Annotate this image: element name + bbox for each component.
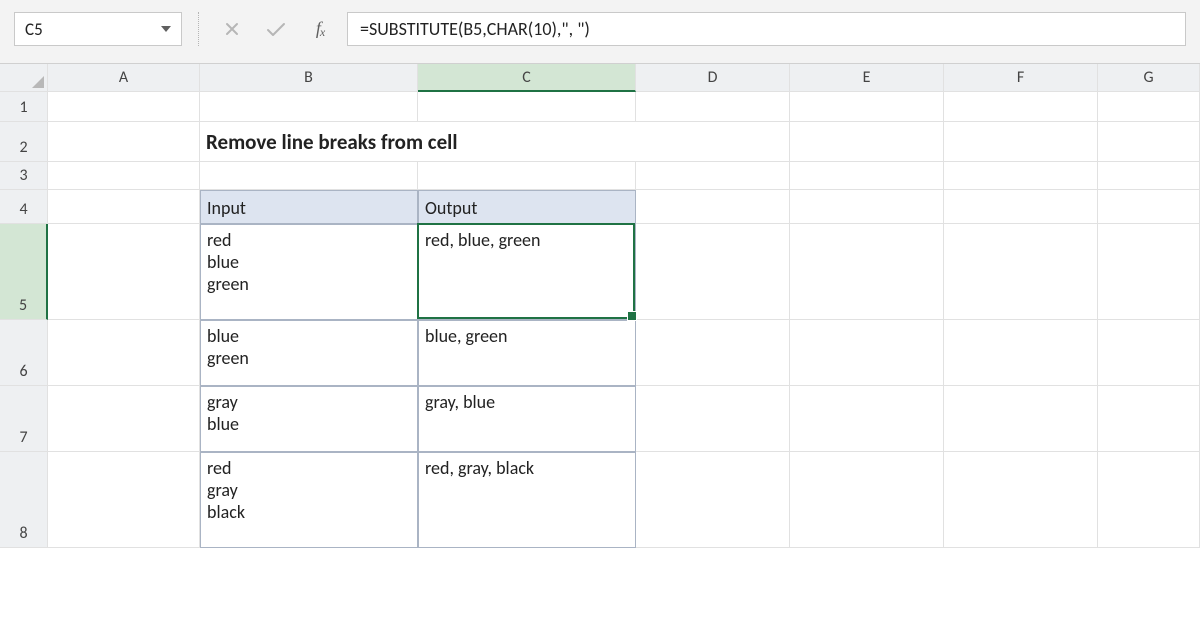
row-header-3[interactable]: 3 [0, 162, 48, 190]
cell-A1[interactable] [48, 92, 200, 122]
cell-B7-value: gray blue [207, 391, 239, 435]
chevron-down-icon [161, 26, 171, 32]
row-header-6[interactable]: 6 [0, 320, 48, 386]
cell-C7[interactable]: gray, blue [418, 386, 636, 452]
cell-G3[interactable] [1098, 162, 1200, 190]
cell-C6-value: blue, green [425, 325, 507, 347]
table-header-output-label: Output [425, 197, 477, 219]
cell-B1[interactable] [200, 92, 418, 122]
cell-G6[interactable] [1098, 320, 1200, 386]
cell-D7[interactable] [636, 386, 790, 452]
column-header-D[interactable]: D [636, 64, 790, 92]
cell-E5[interactable] [790, 224, 944, 320]
cell-F3[interactable] [944, 162, 1098, 190]
cell-E8[interactable] [790, 452, 944, 548]
cell-B6[interactable]: blue green [200, 320, 418, 386]
cell-C1[interactable] [418, 92, 636, 122]
name-box-value: C5 [25, 19, 155, 40]
cell-C8-value: red, gray, black [425, 457, 534, 479]
cell-C6[interactable]: blue, green [418, 320, 636, 386]
cell-A4[interactable] [48, 190, 200, 224]
cell-B5[interactable]: red blue green [200, 224, 418, 320]
cell-G5[interactable] [1098, 224, 1200, 320]
row-header-4[interactable]: 4 [0, 190, 48, 224]
cell-B5-value: red blue green [207, 229, 249, 295]
cell-A8[interactable] [48, 452, 200, 548]
cell-A7[interactable] [48, 386, 200, 452]
cell-B8[interactable]: red gray black [200, 452, 418, 548]
row-header-1[interactable]: 1 [0, 92, 48, 122]
column-header-A[interactable]: A [48, 64, 200, 92]
cell-D4[interactable] [636, 190, 790, 224]
cell-A2[interactable] [48, 122, 200, 162]
cell-D6[interactable] [636, 320, 790, 386]
cell-A6[interactable] [48, 320, 200, 386]
cell-G2[interactable] [1098, 122, 1200, 162]
select-all-corner[interactable] [0, 64, 48, 92]
cell-E3[interactable] [790, 162, 944, 190]
cell-F2[interactable] [944, 122, 1098, 162]
column-header-C[interactable]: C [418, 64, 636, 92]
cell-F1[interactable] [944, 92, 1098, 122]
name-box[interactable]: C5 [14, 12, 182, 46]
column-header-B[interactable]: B [200, 64, 418, 92]
table-header-output[interactable]: Output [418, 190, 636, 224]
cell-E7[interactable] [790, 386, 944, 452]
cell-B2[interactable]: Remove line breaks from cell [200, 122, 790, 162]
insert-function-button[interactable]: fx [303, 12, 337, 46]
cancel-button[interactable] [215, 12, 249, 46]
cell-B6-value: blue green [207, 325, 249, 369]
formula-input[interactable]: =SUBSTITUTE(B5,CHAR(10),", ") [347, 12, 1186, 46]
cell-E6[interactable] [790, 320, 944, 386]
sheet-title: Remove line breaks from cell [206, 129, 457, 155]
cell-B3[interactable] [200, 162, 418, 190]
cell-F8[interactable] [944, 452, 1098, 548]
table-header-input-label: Input [207, 197, 246, 219]
column-header-F[interactable]: F [944, 64, 1098, 92]
cell-D1[interactable] [636, 92, 790, 122]
row-header-2[interactable]: 2 [0, 122, 48, 162]
cell-F6[interactable] [944, 320, 1098, 386]
cell-E2[interactable] [790, 122, 944, 162]
cell-C7-value: gray, blue [425, 391, 495, 413]
cell-F5[interactable] [944, 224, 1098, 320]
cell-G8[interactable] [1098, 452, 1200, 548]
cell-D5[interactable] [636, 224, 790, 320]
cell-C8[interactable]: red, gray, black [418, 452, 636, 548]
cell-F7[interactable] [944, 386, 1098, 452]
enter-button[interactable] [259, 12, 293, 46]
column-header-E[interactable]: E [790, 64, 944, 92]
cell-A3[interactable] [48, 162, 200, 190]
separator [198, 12, 199, 46]
cell-C5[interactable]: red, blue, green [418, 224, 636, 320]
row-header-5[interactable]: 5 [0, 224, 48, 320]
cell-B7[interactable]: gray blue [200, 386, 418, 452]
worksheet: A B C D E F G 1 2 Remove line breaks fro… [0, 64, 1200, 630]
cell-D3[interactable] [636, 162, 790, 190]
cell-F4[interactable] [944, 190, 1098, 224]
cell-D8[interactable] [636, 452, 790, 548]
cell-B8-value: red gray black [207, 457, 245, 523]
cell-C3[interactable] [418, 162, 636, 190]
row-header-7[interactable]: 7 [0, 386, 48, 452]
formula-text: =SUBSTITUTE(B5,CHAR(10),", ") [360, 18, 590, 40]
table-header-input[interactable]: Input [200, 190, 418, 224]
cell-C5-value: red, blue, green [425, 229, 540, 251]
column-header-G[interactable]: G [1098, 64, 1200, 92]
grid: A B C D E F G 1 2 Remove line breaks fro… [0, 64, 1200, 630]
cell-E4[interactable] [790, 190, 944, 224]
cell-A5[interactable] [48, 224, 200, 320]
cell-G4[interactable] [1098, 190, 1200, 224]
cell-G7[interactable] [1098, 386, 1200, 452]
cell-G1[interactable] [1098, 92, 1200, 122]
fx-icon: fx [316, 18, 324, 40]
row-header-8[interactable]: 8 [0, 452, 48, 548]
cell-E1[interactable] [790, 92, 944, 122]
formula-bar: C5 fx =SUBSTITUTE(B5,CHAR(10),", ") [0, 0, 1200, 64]
